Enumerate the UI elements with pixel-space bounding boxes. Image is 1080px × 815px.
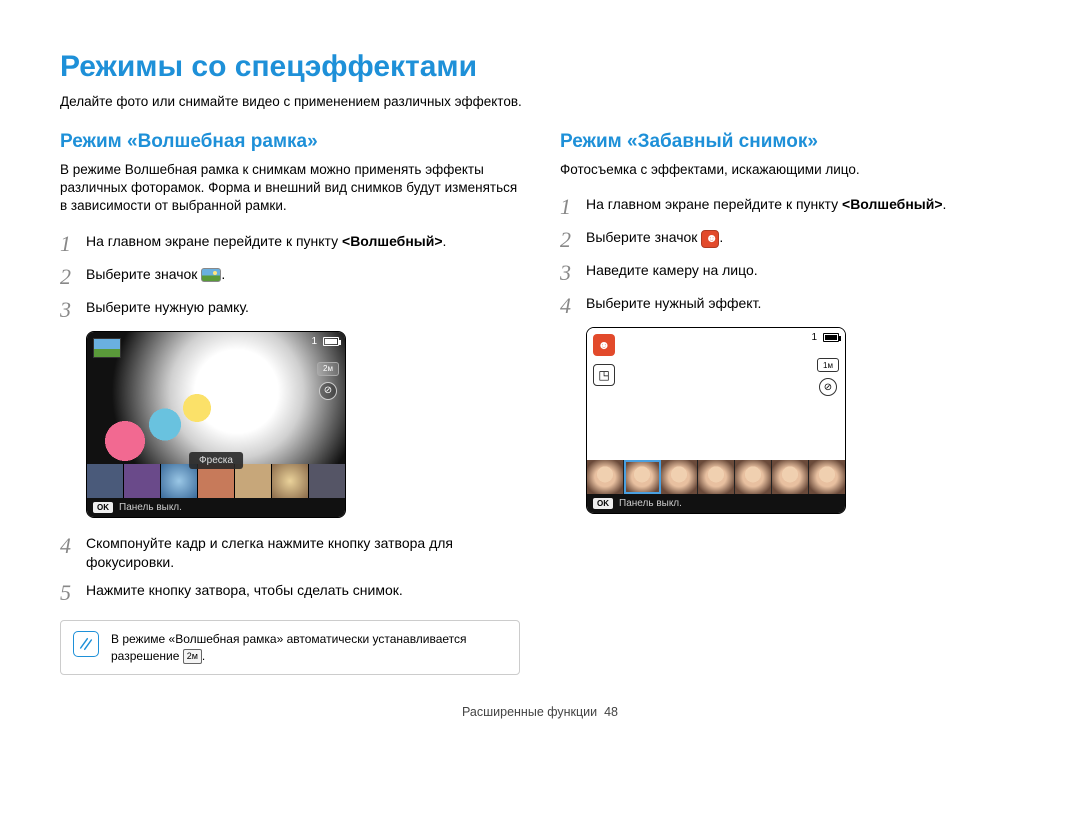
note-icon — [73, 631, 99, 657]
step-4: 4 Выберите нужный эффект. — [560, 294, 1020, 317]
intro-magic-frame: В режиме Волшебная рамка к снимкам можно… — [60, 161, 520, 216]
step-number: 2 — [560, 228, 586, 251]
step-text-post: . — [443, 233, 447, 249]
page-footer: Расширенные функции 48 — [60, 705, 1020, 719]
status-bar: 1 — [311, 336, 339, 347]
step-text: Выберите нужный эффект. — [586, 294, 761, 313]
step-text-bold: <Волшебный> — [842, 196, 943, 212]
heading-funny-shot: Режим «Забавный снимок» — [560, 131, 1020, 153]
resolution-badge: 1м — [817, 358, 839, 372]
flash-icon: ⊘ — [319, 382, 337, 400]
heading-magic-frame: Режим «Волшебная рамка» — [60, 131, 520, 153]
step-number: 3 — [560, 261, 586, 284]
effect-thumb — [698, 460, 735, 494]
intro-funny-shot: Фотосъемка с эффектами, искажающими лицо… — [560, 161, 1020, 179]
frame-thumb — [235, 464, 272, 498]
panel-off-label: Панель выкл. — [619, 498, 682, 509]
bottom-bar: OK Панель выкл. — [87, 498, 345, 517]
flash-icon: ⊘ — [819, 378, 837, 396]
step-number: 5 — [60, 581, 86, 604]
step-text: Нажмите кнопку затвора, чтобы сделать сн… — [86, 581, 403, 600]
frame-thumb — [272, 464, 309, 498]
frame-thumbstrip — [87, 464, 345, 498]
step-text-pre: На главном экране перейдите к пункту — [586, 196, 842, 212]
camera-preview: ☻ ◳ 1 1м ⊘ — [587, 328, 845, 460]
step-1: 1 На главном экране перейдите к пункту <… — [60, 232, 520, 255]
resolution-badge-inline: 2м — [183, 649, 202, 663]
note-text-post: . — [202, 649, 205, 663]
footer-section: Расширенные функции — [462, 705, 597, 719]
step-text-pre: Выберите значок — [86, 266, 201, 282]
step-text: Скомпонуйте кадр и слегка нажмите кнопку… — [86, 534, 520, 572]
frame-thumb — [87, 464, 124, 498]
step-text-bold: <Волшебный> — [342, 233, 443, 249]
frame-thumb — [198, 464, 235, 498]
section-funny-shot: Режим «Забавный снимок» Фотосъемка с эфф… — [560, 131, 1020, 675]
effect-thumb — [772, 460, 809, 494]
step-3: 3 Выберите нужную рамку. — [60, 298, 520, 321]
frame-thumb — [161, 464, 198, 498]
step-number: 2 — [60, 265, 86, 288]
step-text-post: . — [221, 266, 225, 282]
shots-remaining: 1 — [311, 336, 317, 347]
step-text: Выберите значок . — [586, 228, 723, 247]
step-text-pre: На главном экране перейдите к пункту — [86, 233, 342, 249]
side-toolbar: 2м ⊘ — [317, 362, 339, 400]
effect-thumb — [809, 460, 845, 494]
step-number: 3 — [60, 298, 86, 321]
ok-button-label: OK — [93, 502, 113, 513]
step-number: 1 — [60, 232, 86, 255]
frame-name-label: Фреска — [189, 452, 243, 469]
frame-thumb — [309, 464, 345, 498]
step-5: 5 Нажмите кнопку затвора, чтобы сделать … — [60, 581, 520, 604]
step-number: 4 — [560, 294, 586, 317]
effect-thumb — [587, 460, 624, 494]
step-text: Наведите камеру на лицо. — [586, 261, 758, 280]
frame-thumb — [124, 464, 161, 498]
note-text: В режиме «Волшебная рамка» автоматически… — [111, 631, 507, 663]
battery-icon — [823, 333, 839, 342]
screenshot-funny-shot: ☻ ◳ 1 1м ⊘ — [586, 327, 846, 514]
preview-artwork — [87, 364, 237, 464]
note-text-pre: В режиме «Волшебная рамка» автоматически… — [111, 632, 467, 662]
funny-face-icon — [701, 230, 719, 248]
camera-preview: 1 2м ⊘ — [87, 332, 345, 464]
step-number: 4 — [60, 534, 86, 557]
note-box: В режиме «Волшебная рамка» автоматически… — [60, 620, 520, 674]
effect-thumb — [735, 460, 772, 494]
page-title: Режимы со спецэффектами — [60, 50, 1020, 84]
screenshot-magic-frame: 1 2м ⊘ Фреска — [86, 331, 346, 518]
grid-icon: ◳ — [593, 364, 615, 386]
landscape-icon — [201, 268, 221, 282]
section-magic-frame: Режим «Волшебная рамка» В режиме Волшебн… — [60, 131, 520, 675]
battery-icon — [323, 337, 339, 346]
step-text-pre: Выберите значок — [586, 229, 701, 245]
step-3: 3 Наведите камеру на лицо. — [560, 261, 1020, 284]
bottom-bar: OK Панель выкл. — [587, 494, 845, 513]
effect-thumb — [661, 460, 698, 494]
step-text: На главном экране перейдите к пункту <Во… — [586, 195, 946, 214]
step-text: Выберите нужную рамку. — [86, 298, 249, 317]
mode-thumb-icon — [93, 338, 121, 358]
step-text-post: . — [943, 196, 947, 212]
side-toolbar: 1м ⊘ — [817, 358, 839, 396]
step-text-post: . — [719, 229, 723, 245]
step-4: 4 Скомпонуйте кадр и слегка нажмите кноп… — [60, 534, 520, 572]
step-text: Выберите значок . — [86, 265, 225, 284]
effect-thumbstrip — [587, 460, 845, 494]
status-bar: 1 — [811, 332, 839, 343]
step-1: 1 На главном экране перейдите к пункту <… — [560, 195, 1020, 218]
page-subtitle: Делайте фото или снимайте видео с примен… — [60, 94, 1020, 109]
panel-off-label: Панель выкл. — [119, 502, 182, 513]
step-2: 2 Выберите значок . — [560, 228, 1020, 251]
mode-icon: ☻ — [593, 334, 615, 356]
shots-remaining: 1 — [811, 332, 817, 343]
effect-thumb-selected — [624, 460, 661, 494]
ok-button-label: OK — [593, 498, 613, 509]
footer-page-number: 48 — [604, 705, 618, 719]
resolution-badge: 2м — [317, 362, 339, 376]
step-2: 2 Выберите значок . — [60, 265, 520, 288]
step-text: На главном экране перейдите к пункту <Во… — [86, 232, 446, 251]
step-number: 1 — [560, 195, 586, 218]
